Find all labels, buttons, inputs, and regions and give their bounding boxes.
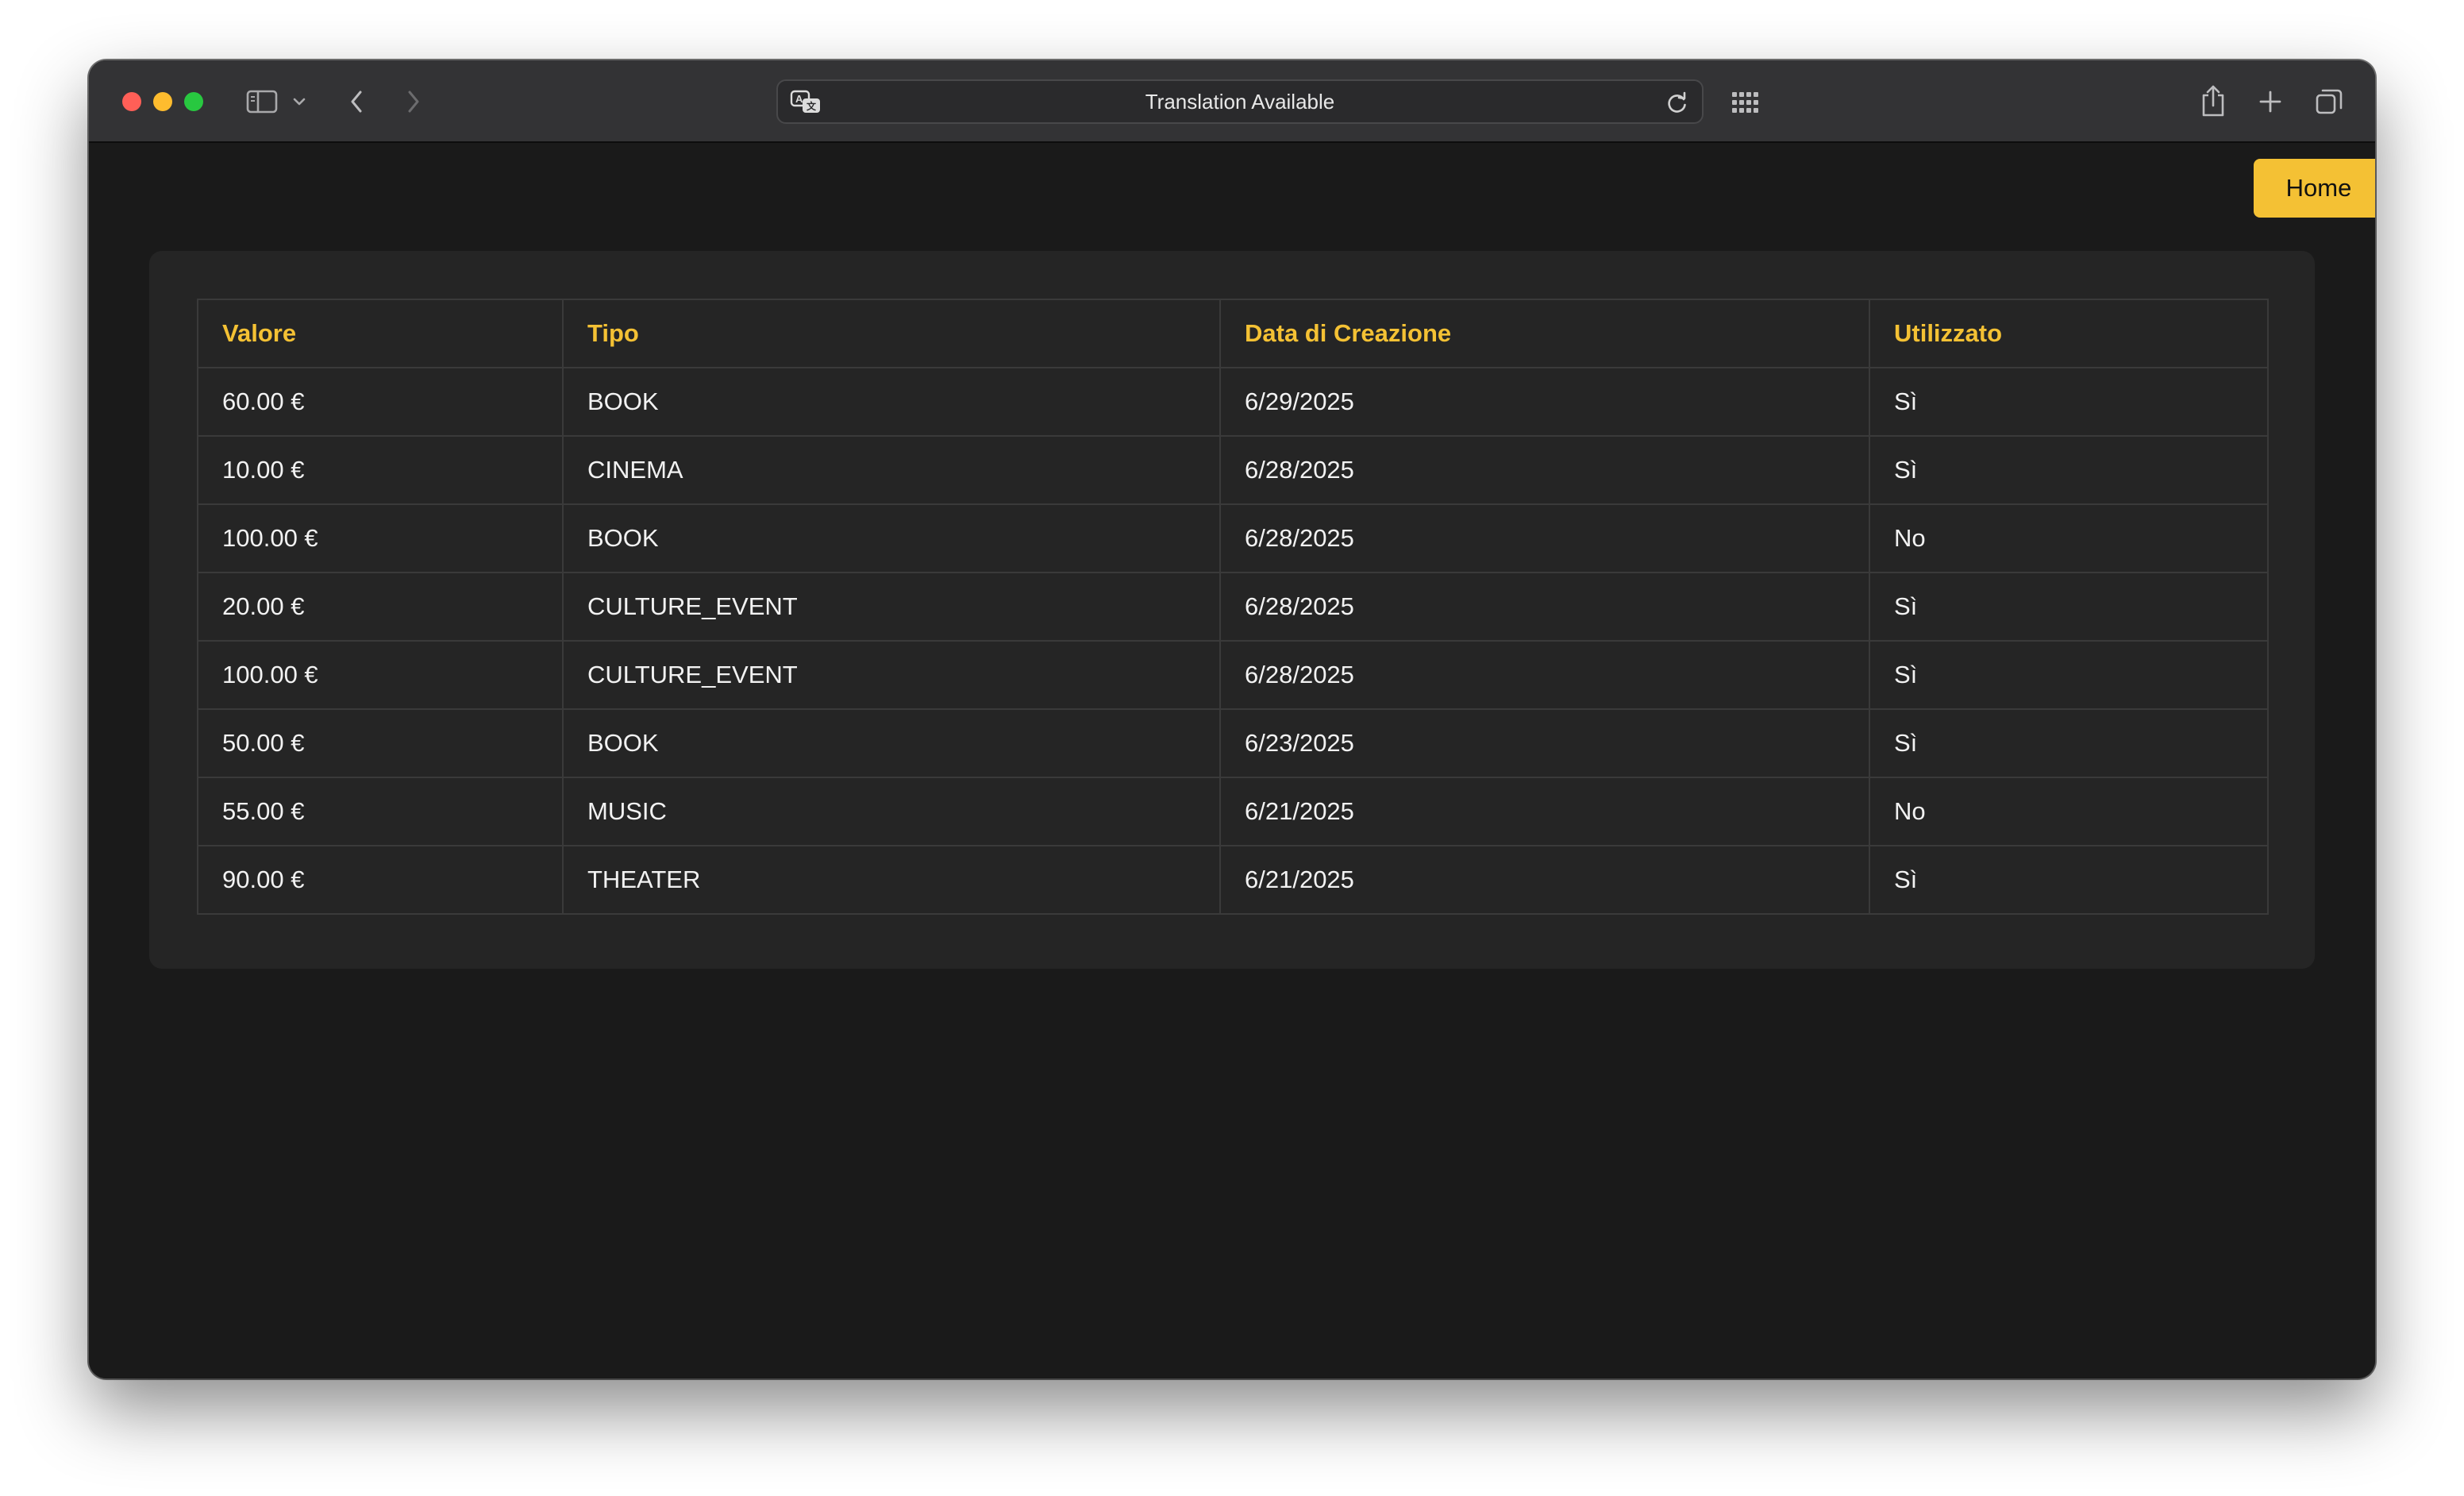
cell-tipo: CINEMA (562, 435, 1221, 505)
minimize-window-button[interactable] (153, 92, 172, 111)
chevron-down-icon[interactable] (291, 92, 308, 111)
cell-data-creazione: 6/28/2025 (1219, 572, 1870, 642)
column-header-data-creazione: Data di Creazione (1219, 299, 1870, 368)
cell-data-creazione: 6/21/2025 (1219, 777, 1870, 846)
page-content: Home Valore Tipo Data di Creazione Utili… (89, 143, 2375, 1378)
back-arrow-icon[interactable] (345, 86, 368, 118)
table-row: 55.00 € MUSIC 6/21/2025 No (197, 777, 2269, 846)
plus-icon[interactable] (2256, 87, 2285, 116)
table-row: 90.00 € THEATER 6/21/2025 Sì (197, 845, 2269, 915)
cell-tipo: THEATER (562, 845, 1221, 915)
browser-window: A 文 Translation Available Home Valore Ti… (89, 60, 2375, 1378)
address-bar[interactable]: A 文 Translation Available (776, 79, 1704, 124)
cell-valore: 10.00 € (197, 435, 564, 505)
cell-utilizzato: Sì (1869, 845, 2269, 915)
address-text[interactable]: Translation Available (778, 81, 1702, 122)
cell-utilizzato: No (1869, 777, 2269, 846)
cell-tipo: BOOK (562, 503, 1221, 573)
cell-data-creazione: 6/28/2025 (1219, 503, 1870, 573)
table-row: 20.00 € CULTURE_EVENT 6/28/2025 Sì (197, 572, 2269, 642)
cell-tipo: MUSIC (562, 777, 1221, 846)
forward-arrow-icon[interactable] (402, 86, 425, 118)
cell-tipo: CULTURE_EVENT (562, 572, 1221, 642)
cell-tipo: BOOK (562, 367, 1221, 437)
cell-tipo: CULTURE_EVENT (562, 640, 1221, 710)
table-row: 50.00 € BOOK 6/23/2025 Sì (197, 708, 2269, 778)
sidebar-icon[interactable] (244, 86, 279, 118)
cell-data-creazione: 6/28/2025 (1219, 435, 1870, 505)
table-row: 60.00 € BOOK 6/29/2025 Sì (197, 367, 2269, 437)
cell-valore: 20.00 € (197, 572, 564, 642)
cell-data-creazione: 6/21/2025 (1219, 845, 1870, 915)
tabs-overview-icon[interactable] (2313, 86, 2345, 118)
table-row: 100.00 € BOOK 6/28/2025 No (197, 503, 2269, 573)
cell-utilizzato: Sì (1869, 640, 2269, 710)
table-row: 10.00 € CINEMA 6/28/2025 Sì (197, 435, 2269, 505)
cell-data-creazione: 6/23/2025 (1219, 708, 1870, 778)
cell-utilizzato: Sì (1869, 435, 2269, 505)
maximize-window-button[interactable] (184, 92, 203, 111)
cell-data-creazione: 6/29/2025 (1219, 367, 1870, 437)
cell-valore: 100.00 € (197, 640, 564, 710)
column-header-tipo: Tipo (562, 299, 1221, 368)
cell-valore: 60.00 € (197, 367, 564, 437)
column-header-valore: Valore (197, 299, 564, 368)
column-header-utilizzato: Utilizzato (1869, 299, 2269, 368)
cell-valore: 50.00 € (197, 708, 564, 778)
cell-utilizzato: Sì (1869, 572, 2269, 642)
home-button[interactable]: Home (2254, 159, 2375, 218)
share-icon[interactable] (2197, 83, 2229, 119)
cell-utilizzato: No (1869, 503, 2269, 573)
reload-icon[interactable] (1664, 89, 1691, 116)
cell-utilizzato: Sì (1869, 367, 2269, 437)
cell-valore: 100.00 € (197, 503, 564, 573)
vouchers-card: Valore Tipo Data di Creazione Utilizzato… (149, 251, 2315, 969)
cell-data-creazione: 6/28/2025 (1219, 640, 1870, 710)
cell-tipo: BOOK (562, 708, 1221, 778)
cell-valore: 55.00 € (197, 777, 564, 846)
table-header-row: Valore Tipo Data di Creazione Utilizzato (197, 299, 2269, 368)
browser-toolbar: A 文 Translation Available (89, 60, 2375, 143)
vouchers-table: Valore Tipo Data di Creazione Utilizzato… (197, 299, 2269, 915)
close-window-button[interactable] (122, 92, 141, 111)
grid-icon[interactable] (1731, 87, 1761, 118)
cell-valore: 90.00 € (197, 845, 564, 915)
table-row: 100.00 € CULTURE_EVENT 6/28/2025 Sì (197, 640, 2269, 710)
cell-utilizzato: Sì (1869, 708, 2269, 778)
